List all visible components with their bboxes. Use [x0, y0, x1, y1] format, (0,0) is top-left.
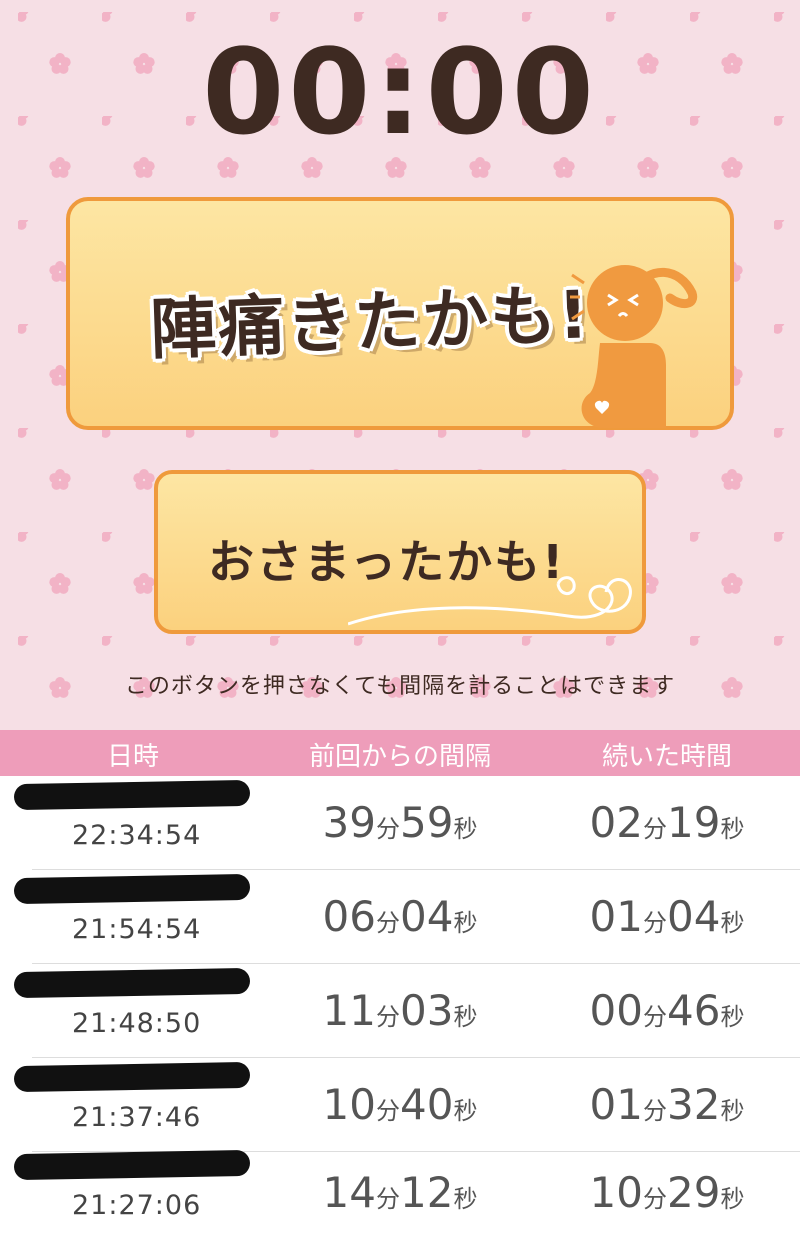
row-time: 21:48:50 — [72, 1008, 202, 1039]
column-header-datetime: 日時 — [106, 742, 159, 772]
elapsed-timer: 00:00 — [202, 23, 598, 161]
redacted-date — [13, 873, 251, 905]
hint-text: このボタンを押さなくても間隔を計ることはできます — [124, 674, 676, 699]
pregnant-woman-icon — [570, 265, 698, 428]
table-row[interactable]: 21:27:06 14分12秒 10分29秒 — [0, 1146, 800, 1240]
redacted-date — [13, 1061, 251, 1093]
column-header-duration: 続いた時間 — [601, 742, 732, 772]
top-panel: 00:00 陣痛きたかも! おさまったかも! このボタンを押さなくても間隔を計る… — [0, 0, 800, 730]
swirl-decoration-icon — [348, 576, 632, 626]
row-duration: 10分29秒 — [589, 1168, 745, 1217]
column-header-interval: 前回からの間隔 — [308, 742, 491, 772]
row-interval: 39分59秒 — [322, 798, 478, 847]
row-time: 22:34:54 — [72, 820, 202, 851]
contraction-started-button[interactable]: 陣痛きたかも! — [66, 197, 734, 430]
row-duration: 01分32秒 — [589, 1080, 745, 1129]
contraction-ended-button[interactable]: おさまったかも! — [154, 470, 646, 634]
row-interval: 11分03秒 — [322, 986, 478, 1035]
row-time: 21:37:46 — [72, 1102, 202, 1133]
redacted-date — [13, 967, 251, 999]
row-interval: 06分04秒 — [322, 892, 478, 941]
table-row[interactable]: 21:48:50 11分03秒 00分46秒 — [0, 964, 800, 1058]
redacted-date — [13, 779, 251, 811]
table-row[interactable]: 21:37:46 10分40秒 01分32秒 — [0, 1058, 800, 1152]
row-interval: 14分12秒 — [322, 1168, 478, 1217]
row-time: 21:54:54 — [72, 914, 202, 945]
row-duration: 01分04秒 — [589, 892, 745, 941]
contraction-started-label: 陣痛きたかも! — [148, 276, 592, 369]
row-duration: 02分19秒 — [589, 798, 745, 847]
table-row[interactable]: 21:54:54 06分04秒 01分04秒 — [0, 870, 800, 964]
row-duration: 00分46秒 — [589, 986, 745, 1035]
table-row[interactable]: 22:34:54 39分59秒 02分19秒 — [0, 776, 800, 870]
row-time: 21:27:06 — [72, 1190, 202, 1221]
redacted-date — [13, 1149, 251, 1181]
row-interval: 10分40秒 — [322, 1080, 478, 1129]
table-header: 日時 前回からの間隔 続いた時間 — [0, 730, 800, 776]
